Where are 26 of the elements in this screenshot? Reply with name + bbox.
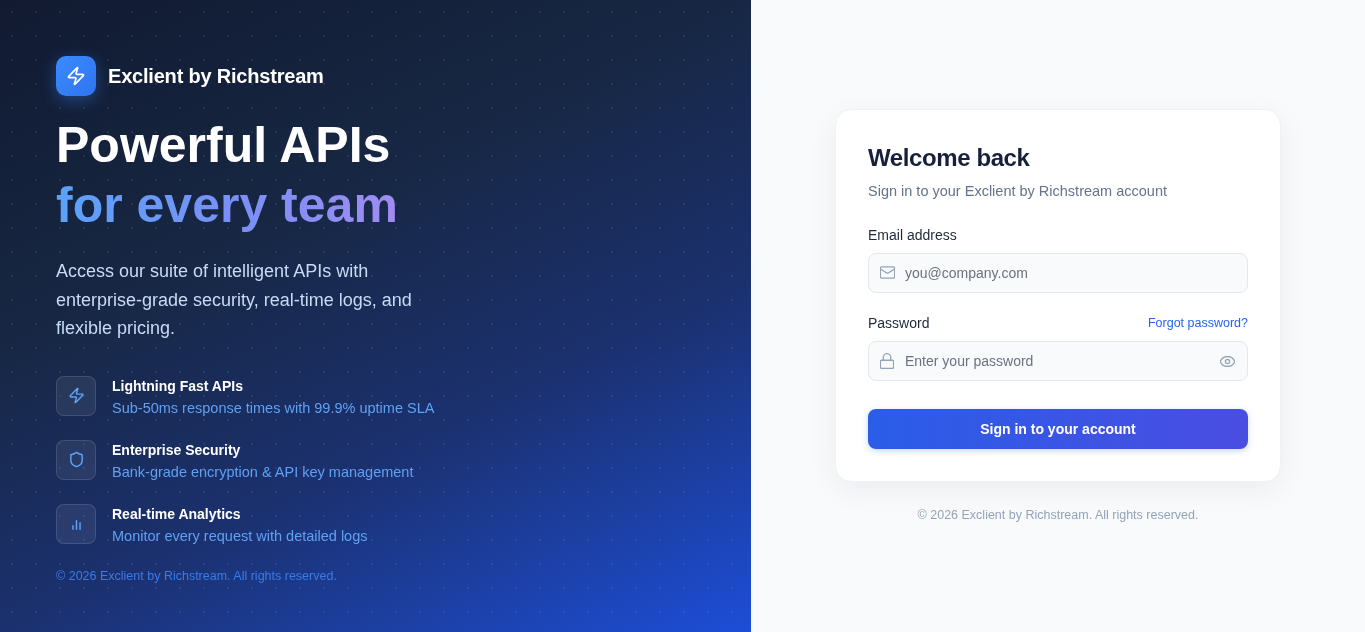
bar-chart-icon — [56, 503, 96, 544]
copyright-text: © 2026 Exclient by Richstream. All rights reserved. — [56, 567, 337, 584]
feature-title: Lightning Fast APIs — [112, 376, 243, 396]
card-subtitle: Sign in to your Exclient by Richstream account — [868, 182, 1167, 201]
lock-icon — [880, 353, 894, 369]
email-field[interactable]: you@company.com — [868, 253, 1248, 293]
copyright-text: © 2026 Exclient by Richstream. All rights reserved. — [917, 507, 1199, 523]
lightning-logo-icon — [56, 56, 96, 96]
mail-icon — [880, 266, 895, 279]
brand-name: Exclient by Richstream — [108, 64, 324, 88]
eye-icon[interactable] — [1220, 356, 1235, 367]
field-label: Password — [868, 315, 930, 331]
field-label: Email address — [868, 227, 957, 243]
feature-description: Bank-grade encryption & API key management — [112, 462, 414, 482]
password-field[interactable]: Enter your password — [868, 341, 1248, 381]
feature-title: Enterprise Security — [112, 440, 241, 460]
feature-title: Real-time Analytics — [112, 504, 241, 524]
feature-description: Sub-50ms response times with 99.9% uptime SLA — [112, 398, 435, 418]
shield-icon — [56, 439, 96, 480]
forgot-password-link[interactable]: Forgot password? — [1147, 316, 1248, 330]
card-title: Welcome back — [868, 143, 1030, 173]
hero-description: Access our suite of intelligent APIs with enterprise-grade security, real-time logs, and flexible pricing. — [56, 260, 413, 340]
lightning-icon — [56, 375, 96, 416]
headline: Powerful APIs — [56, 116, 391, 175]
feature-description: Monitor every request with detailed logs — [112, 526, 368, 546]
sign-in-button[interactable]: Sign in to your account — [868, 409, 1248, 449]
